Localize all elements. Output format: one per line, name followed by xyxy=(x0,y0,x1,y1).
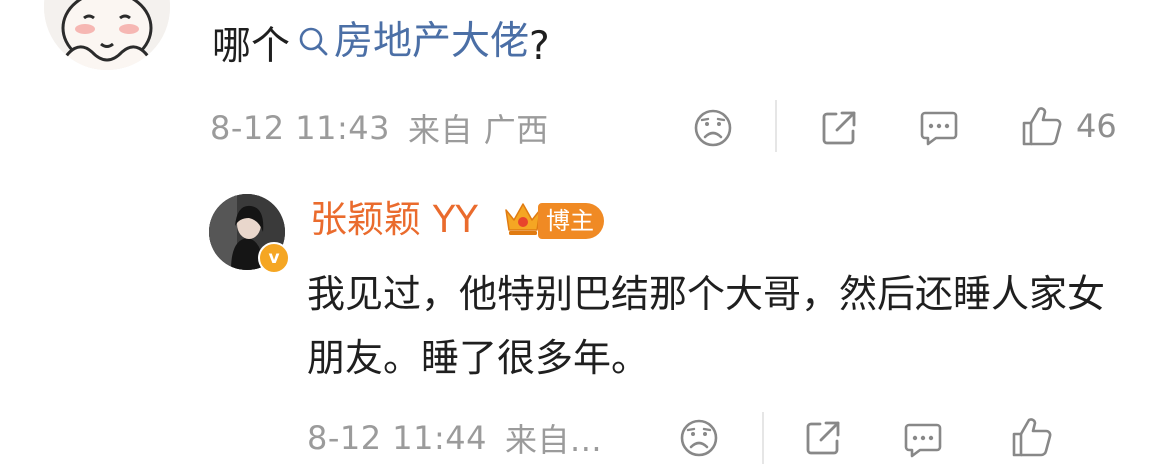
comment-text: 哪个 房地产大佬? xyxy=(212,14,550,75)
reply-meta: 8-12 11:44 来自... xyxy=(307,418,603,459)
share-icon[interactable] xyxy=(816,106,862,150)
share-icon[interactable] xyxy=(800,416,846,460)
action-divider xyxy=(762,412,764,464)
like-button[interactable]: 46 xyxy=(1020,104,1117,148)
comment-icon[interactable] xyxy=(900,418,946,462)
verified-badge: v xyxy=(258,242,290,274)
comment-time: 8-12 11:43 xyxy=(210,109,391,147)
sad-face-icon[interactable] xyxy=(676,416,722,460)
topic-link[interactable]: 房地产大佬 xyxy=(290,14,529,70)
comment-location: 来自 广西 xyxy=(408,111,549,149)
comment-meta: 8-12 11:43 来自 广西 xyxy=(210,108,549,149)
action-divider xyxy=(775,100,777,152)
sad-face-icon[interactable] xyxy=(690,106,736,150)
like-count: 46 xyxy=(1076,107,1117,145)
comment-text-before: 哪个 xyxy=(212,24,291,69)
reply-location: 来自... xyxy=(505,421,603,459)
reply-username[interactable]: 张颖颖 YY xyxy=(310,196,478,244)
host-badge: 博主 xyxy=(538,203,604,239)
reply-time: 8-12 11:44 xyxy=(307,419,488,457)
reply-text: 我见过，他特别巴结那个大哥，然后还睡人家女朋友。睡了很多年。 xyxy=(307,272,1106,380)
comment-text-after: ? xyxy=(529,24,550,69)
search-icon xyxy=(299,27,328,56)
commenter-avatar[interactable] xyxy=(44,0,170,70)
like-icon[interactable] xyxy=(1010,414,1054,460)
comment-icon[interactable] xyxy=(916,106,962,150)
topic-label: 房地产大佬 xyxy=(334,19,530,64)
like-icon xyxy=(1022,107,1062,146)
